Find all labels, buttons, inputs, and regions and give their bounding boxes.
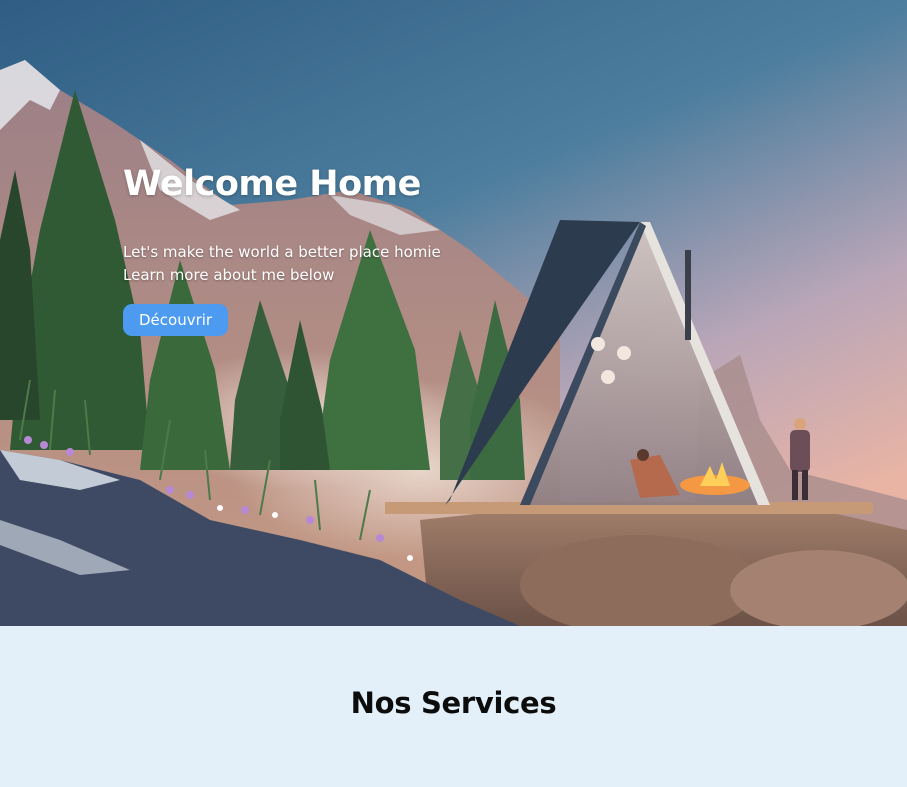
hero-subtitle-line-2: Learn more about me below xyxy=(123,266,335,284)
hero-subtitle-line-1: Let's make the world a better place homi… xyxy=(123,243,441,261)
hero-section: Welcome Home Let's make the world a bett… xyxy=(0,0,907,626)
hero-content: Welcome Home Let's make the world a bett… xyxy=(123,163,441,336)
services-heading: Nos Services xyxy=(350,686,557,720)
hero-title: Welcome Home xyxy=(123,164,421,204)
services-section: Nos Services xyxy=(0,626,907,787)
discover-button[interactable]: Découvrir xyxy=(123,304,229,336)
hero-subtitle: Let's make the world a better place homi… xyxy=(123,241,441,287)
